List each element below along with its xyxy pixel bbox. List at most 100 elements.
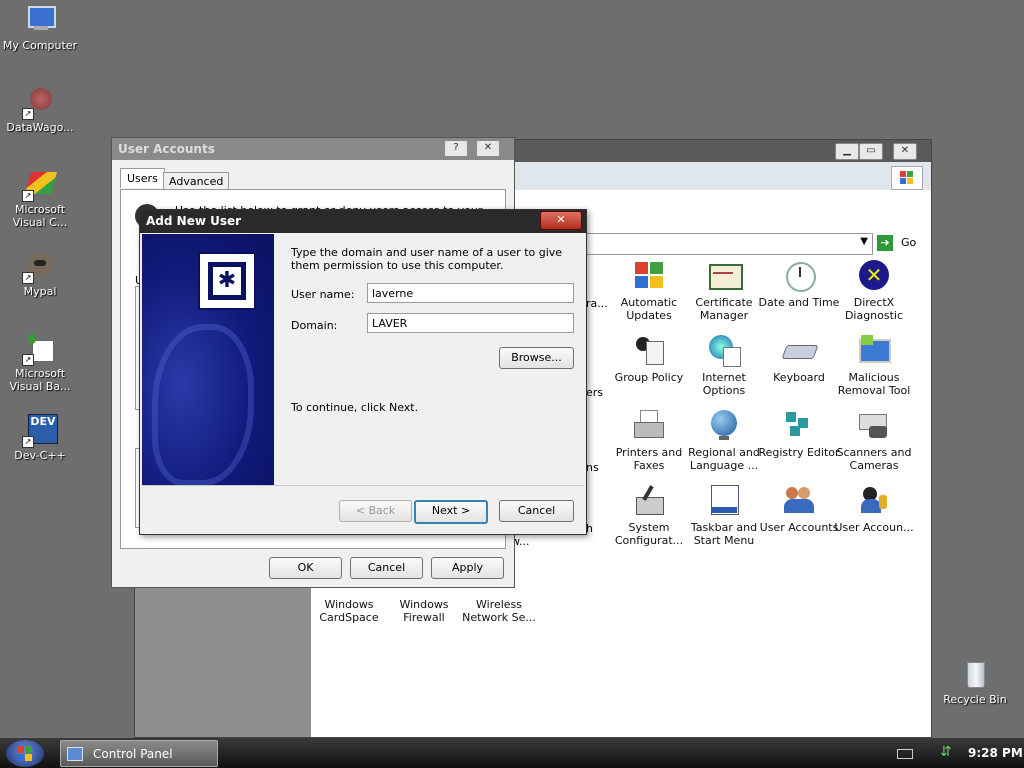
back-button[interactable]: < Back — [339, 500, 412, 522]
cancel-button[interactable]: Cancel — [499, 500, 574, 522]
shortcut-arrow-icon: ↗ — [22, 354, 34, 366]
network-tray-icon[interactable]: ⇵ — [940, 744, 952, 760]
cp-item-registry-editor[interactable]: Registry Editor — [757, 408, 841, 459]
go-arrow-icon: ➔ — [877, 235, 893, 251]
datawago-icon: ↗ — [22, 86, 56, 120]
cp-item-date-and-time[interactable]: Date and Time — [757, 258, 841, 309]
certificate-icon — [707, 258, 743, 292]
next-button[interactable]: Next > — [414, 500, 488, 524]
dialog-title: User Accounts — [118, 142, 215, 156]
maximize-button[interactable]: ▭ — [859, 143, 883, 160]
user-accounts-2-icon — [857, 483, 891, 517]
registry-icon — [782, 408, 816, 442]
add-new-user-titlebar[interactable]: Add New User ✕ — [140, 210, 586, 233]
scanner-icon — [857, 408, 891, 442]
cp-item-group-policy[interactable]: Group Policy — [607, 333, 691, 384]
keyboard-icon — [781, 333, 819, 367]
cp-item-printers-and-faxes[interactable]: Printers and Faxes — [607, 408, 691, 472]
internet-options-icon — [707, 333, 741, 367]
cp-item-malicious-removal-tool[interactable]: Malicious Removal Tool — [832, 333, 916, 397]
apply-button[interactable]: Apply — [431, 557, 504, 579]
cp-item-system-configuration[interactable]: System Configurat... — [607, 483, 691, 547]
domain-label: Domain: — [291, 319, 338, 332]
cp-partial-label: ers — [586, 386, 604, 399]
cp-item-certificate-manager[interactable]: Certificate Manager — [682, 258, 766, 322]
printer-icon — [632, 408, 666, 442]
username-label: User name: — [291, 288, 355, 301]
cp-item-taskbar-and-start-menu[interactable]: Taskbar and Start Menu — [682, 483, 766, 547]
wizard-keys-icon: ✱ — [198, 252, 256, 310]
malicious-removal-icon — [857, 333, 891, 367]
continue-text: To continue, click Next. — [291, 401, 419, 414]
taskbar-button-control-panel[interactable]: Control Panel — [60, 740, 218, 767]
separator — [142, 485, 584, 486]
globe-icon — [707, 408, 741, 442]
cp-item-scanners-and-cameras[interactable]: Scanners and Cameras — [832, 408, 916, 472]
desktop-icon-my-computer[interactable]: My Computer — [0, 4, 80, 52]
cp-item-keyboard[interactable]: Keyboard — [757, 333, 841, 384]
cp-partial-label: h — [586, 522, 593, 535]
system-config-icon — [632, 483, 666, 517]
close-button[interactable]: ✕ — [476, 140, 500, 157]
close-button[interactable]: ✕ — [540, 211, 582, 230]
minimize-button[interactable]: ▁ — [835, 143, 859, 160]
cancel-button[interactable]: Cancel — [350, 557, 423, 579]
clock-icon — [782, 258, 816, 292]
my-computer-icon — [24, 4, 56, 36]
cp-item-user-accounts-2[interactable]: User Accoun... — [832, 483, 916, 534]
user-accounts-titlebar[interactable]: User Accounts ? ✕ — [112, 138, 514, 160]
dialog-title: Add New User — [146, 214, 242, 228]
windows-update-icon — [632, 258, 666, 292]
directx-icon: ✕ — [857, 258, 891, 292]
cp-item-windows-firewall[interactable]: Windows Firewall — [382, 598, 466, 624]
cp-item-regional-and-language[interactable]: Regional and Language ... — [682, 408, 766, 472]
desktop-icon-mypal[interactable]: ↗ Mypal — [0, 250, 80, 298]
address-bar[interactable]: ▼ — [575, 233, 873, 255]
taskbar-icon — [707, 483, 741, 517]
cp-item-windows-cardspace[interactable]: Windows CardSpace — [307, 598, 391, 624]
recycle-bin-icon — [959, 658, 991, 690]
cp-item-internet-options[interactable]: Internet Options — [682, 333, 766, 397]
tab-advanced[interactable]: Advanced — [163, 172, 230, 190]
shortcut-arrow-icon: ↗ — [22, 108, 34, 120]
windows-logo-icon — [17, 746, 33, 762]
wizard-banner: ✱ — [142, 234, 274, 485]
desktop-icon-visual-basic[interactable]: ↗ Microsoft Visual Ba... — [0, 332, 80, 393]
desktop-icon-recycle-bin[interactable]: Recycle Bin — [935, 658, 1015, 706]
desktop-icon-visual-c[interactable]: ↗ Microsoft Visual C... — [0, 168, 80, 229]
close-button[interactable]: ✕ — [893, 143, 917, 160]
control-panel-icon — [67, 747, 83, 761]
username-field[interactable]: laverne — [367, 283, 574, 303]
add-new-user-dialog[interactable]: Add New User ✕ ✱ Type the domain and use… — [139, 209, 587, 535]
go-button[interactable]: ➔ Go — [875, 234, 919, 252]
shortcut-arrow-icon: ↗ — [22, 190, 34, 202]
wizard-instructions: Type the domain and user name of a user … — [291, 246, 563, 272]
shortcut-arrow-icon: ↗ — [22, 436, 34, 448]
visual-c-icon: ↗ — [22, 168, 57, 202]
desktop-icon-datawago[interactable]: ↗ DataWago... — [0, 86, 80, 134]
cp-item-user-accounts[interactable]: User Accounts — [757, 483, 841, 534]
cp-partial-label: ns — [586, 461, 599, 474]
taskbar: Control Panel ⇵ 9:28 PM — [0, 738, 1024, 768]
chevron-down-icon[interactable]: ▼ — [860, 236, 868, 247]
clock[interactable]: 9:28 PM — [968, 746, 1023, 760]
shortcut-arrow-icon: ↗ — [22, 272, 34, 284]
group-policy-icon — [632, 333, 666, 367]
start-button[interactable] — [6, 740, 44, 767]
visual-basic-icon: ↗ — [22, 332, 56, 366]
windows-logo-icon — [891, 166, 923, 190]
ok-button[interactable]: OK — [269, 557, 342, 579]
cp-item-automatic-updates[interactable]: Automatic Updates — [607, 258, 691, 322]
mypal-icon: ↗ — [22, 250, 56, 284]
cp-item-wireless-network-setup[interactable]: Wireless Network Se... — [457, 598, 541, 624]
help-button[interactable]: ? — [444, 140, 468, 157]
cp-item-directx-diagnostic[interactable]: ✕ DirectX Diagnostic — [832, 258, 916, 322]
tab-users[interactable]: Users — [120, 168, 165, 188]
user-accounts-icon — [782, 483, 816, 517]
cp-partial-label: ra... — [586, 297, 608, 310]
desktop-icon-dev-cpp[interactable]: DEV ↗ Dev-C++ — [0, 414, 80, 462]
browse-button[interactable]: Browse... — [499, 347, 574, 369]
dev-cpp-icon: DEV ↗ — [22, 414, 58, 448]
domain-field[interactable]: LAVER — [367, 313, 574, 333]
keyboard-tray-icon[interactable] — [897, 749, 913, 759]
